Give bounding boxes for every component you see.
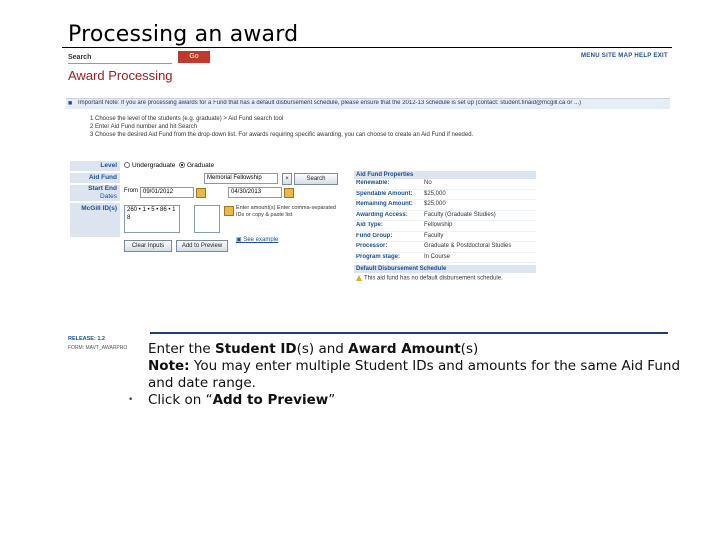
end-date-input[interactable]: 04/30/2013 [228,187,282,198]
student-id-label-text: McGill ID(s) [81,205,117,212]
student-id-emphasis: Student ID [214,341,297,357]
clear-fund-button[interactable]: × [282,173,292,185]
property-key: Renewable: [356,180,390,186]
step-3: 3 Choose the desired Aid Fund from the d… [90,132,474,138]
property-row: Processor: Graduate & Postdoctoral Studie… [354,242,536,253]
property-key: Awarding Access: [356,211,408,218]
instruction-line-1: Enter the Student ID(s) and Award Amount… [148,341,708,358]
see-example-text: See example [243,237,279,243]
instructions: Enter the Student ID(s) and Award Amount… [128,341,708,409]
text-segment: Click on “ [148,392,213,408]
form-code: FORM: MAVT_AWARPRO [68,345,128,351]
fund-search-button[interactable]: Search [294,173,338,185]
entry-hint: Enter amount(s) Enter comma-separated ID… [236,205,340,218]
footer-divider [150,332,668,334]
go-button[interactable]: Go [178,51,210,63]
clear-inputs-button[interactable]: Clear Inputs [124,240,172,252]
warning-icon [356,275,362,281]
student-ids-textarea[interactable]: 260 • 1 • 5 • 86 • 1 8 [124,205,180,233]
text-segment: (s) and [296,341,349,357]
start-date-input[interactable]: 09/01/2012 [140,187,194,198]
student-id-label: McGill ID(s) [70,203,120,237]
add-to-preview-emphasis: Add to Preview [212,392,329,408]
page-heading: Award Processing [68,68,173,83]
see-example-icon: ▣ [236,237,242,243]
from-label: From [124,188,138,194]
property-key: Processor: [356,243,388,249]
aid-fund-properties: Aid Fund Properties Renewable: No Spendab… [354,171,536,284]
schedule-header: Default Disbursement Schedule [354,265,536,273]
amount-hint: Enter amount(s) [236,205,276,211]
steps-list: 1 Choose the level of the students (e.g.… [90,115,473,139]
search-label: Search [68,54,92,61]
text-segment: (s) [460,341,479,357]
schedule-warning-text: This aid fund has no default disbursemen… [364,275,503,282]
info-icon: ■ [68,100,73,107]
important-note-text: Important Note: If you are processing aw… [78,100,582,106]
aid-fund-select[interactable]: Memorial Fellowship [204,173,278,184]
level-radio-group: Undergraduate Graduate [124,162,214,169]
property-key: Spendable Amount: [356,190,413,197]
instruction-note: Note: You may enter multiple Student IDs… [148,358,708,392]
property-value: Faculty [424,232,444,239]
important-note-bar: ■ Important Note: If you are processing … [66,98,670,109]
note-text: You may enter multiple Student IDs and a… [148,358,681,391]
calendar-icon[interactable] [224,206,234,216]
text-segment: Enter the [148,341,215,357]
note-label: Note: [148,358,190,374]
release-label: RELEASE: 1.2 [68,336,105,342]
property-key: Remaining Amount: [356,201,413,207]
property-value: $25,000 [424,201,446,207]
property-key: Program stage: [356,253,401,260]
calendar-icon[interactable] [196,188,206,198]
instruction-line-3: • Click on “Add to Preview” [128,392,708,409]
step-1: 1 Choose the level of the students (e.g.… [90,116,284,122]
search-input[interactable] [68,63,172,65]
property-row: Awarding Access: Faculty (Graduate Studie… [354,211,536,221]
see-example-link[interactable]: ▣ See example [236,236,278,243]
property-row: Remaining Amount: $25,000 [354,200,536,211]
property-row: Fund Group: Faculty [354,232,536,242]
undergraduate-label: Undergraduate [132,162,176,169]
step-2: 2 Enter Aid Fund number and hit Search [90,124,198,130]
award-amount-emphasis: Award Amount [348,341,461,357]
schedule-warning: This aid fund has no default disbursemen… [354,273,536,284]
text-segment: ” [328,392,336,408]
top-navigation[interactable]: MENU SITE MAP HELP EXIT [581,53,668,59]
property-value: $25,000 [424,190,446,197]
property-row: Program stage: In Course [354,253,536,263]
screenshot-panel: Search Go MENU SITE MAP HELP EXIT Award … [62,48,674,356]
property-value: No [424,180,432,186]
property-row: Aid Type: Fellowship [354,221,536,232]
bullet-dot: • [128,395,134,405]
property-value: Graduate & Postdoctoral Studies [424,243,512,249]
property-value: In Course [424,253,451,260]
property-key: Fund Group: [356,232,393,239]
property-row: Spendable Amount: $25,000 [354,190,536,200]
property-key: Aid Type: [356,222,383,228]
aid-fund-label: Aid Fund [70,173,120,183]
award-entry-form: Level Undergraduate Graduate Aid Fund Me… [70,161,348,253]
dates-label: Dates [70,193,120,201]
level-label: Level [70,161,120,171]
graduate-label: Graduate [187,162,215,169]
fund-properties-header: Aid Fund Properties [354,171,536,179]
add-to-preview-button[interactable]: Add to Preview [176,240,228,252]
amounts-textarea[interactable] [194,205,220,233]
start-end-label: Start End [70,185,120,193]
property-value: Faculty (Graduate Studies) [424,211,496,218]
graduate-radio[interactable] [179,162,185,169]
undergraduate-radio[interactable] [124,162,130,169]
slide-title: Processing an award [68,22,299,47]
property-value: Fellowship [424,222,453,228]
calendar-icon[interactable] [284,188,294,198]
property-row: Renewable: No [354,179,536,190]
